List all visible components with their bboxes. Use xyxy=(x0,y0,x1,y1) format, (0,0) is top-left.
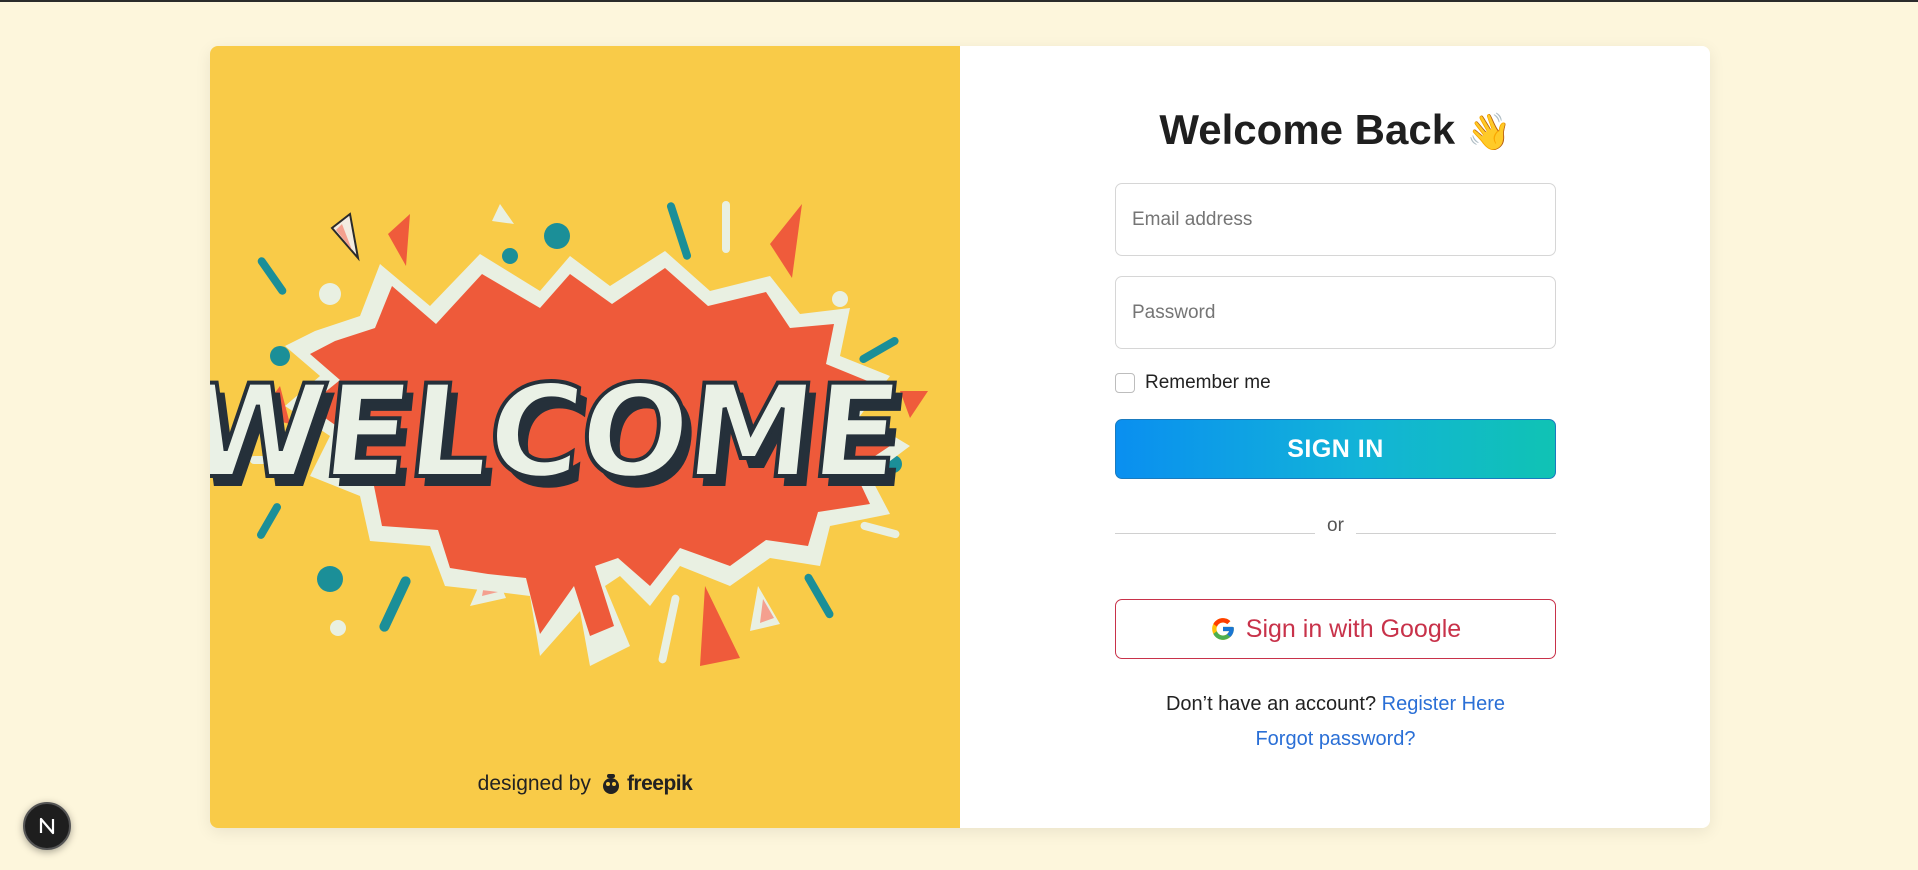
register-link[interactable]: Register Here xyxy=(1382,693,1505,715)
credit-prefix: designed by xyxy=(477,772,591,795)
register-prompt: Don’t have an account? xyxy=(1165,693,1377,715)
divider-line-left xyxy=(1115,532,1316,534)
remember-me-checkbox[interactable] xyxy=(1115,373,1135,393)
remember-me-label[interactable]: Remember me xyxy=(1145,372,1271,394)
email-field[interactable] xyxy=(1115,183,1556,256)
welcome-illustration-panel: WELCOME WELCOME designed by freepik xyxy=(210,46,960,828)
wave-hand-icon: 👋 xyxy=(1466,111,1512,152)
login-form: Welcome Back 👋 Remember me SIGN IN or xyxy=(1115,46,1556,751)
title-text: Welcome Back xyxy=(1159,106,1456,153)
password-field[interactable] xyxy=(1115,276,1556,349)
sign-in-button[interactable]: SIGN IN xyxy=(1115,419,1556,479)
n-logo-icon xyxy=(39,817,55,835)
google-icon xyxy=(1211,618,1234,640)
svg-text:WELCOME: WELCOME xyxy=(210,358,906,507)
login-form-panel: Welcome Back 👋 Remember me SIGN IN or xyxy=(960,46,1710,828)
welcome-illustration: WELCOME WELCOME xyxy=(210,201,928,666)
or-divider: or xyxy=(1115,513,1556,539)
divider-line-right xyxy=(1355,532,1556,534)
credit-brand: freepik xyxy=(626,772,693,795)
google-button-label: Sign in with Google xyxy=(1245,614,1462,643)
login-card: WELCOME WELCOME designed by freepik Welc… xyxy=(210,46,1710,828)
image-credit: designed by freepik xyxy=(210,772,960,796)
divider-text: or xyxy=(1327,515,1344,536)
forgot-row: Forgot password? xyxy=(1115,728,1556,751)
remember-me-row: Remember me xyxy=(1115,371,1556,395)
freepik-icon xyxy=(602,774,619,794)
page-title: Welcome Back 👋 xyxy=(1115,102,1556,158)
freepik-logo: freepik xyxy=(599,772,693,796)
google-sign-in-button[interactable]: Sign in with Google xyxy=(1115,599,1556,659)
forgot-password-link[interactable]: Forgot password? xyxy=(1255,728,1415,750)
register-row: Don’t have an account? Register Here xyxy=(1115,693,1556,716)
next-dev-badge[interactable] xyxy=(23,802,71,850)
